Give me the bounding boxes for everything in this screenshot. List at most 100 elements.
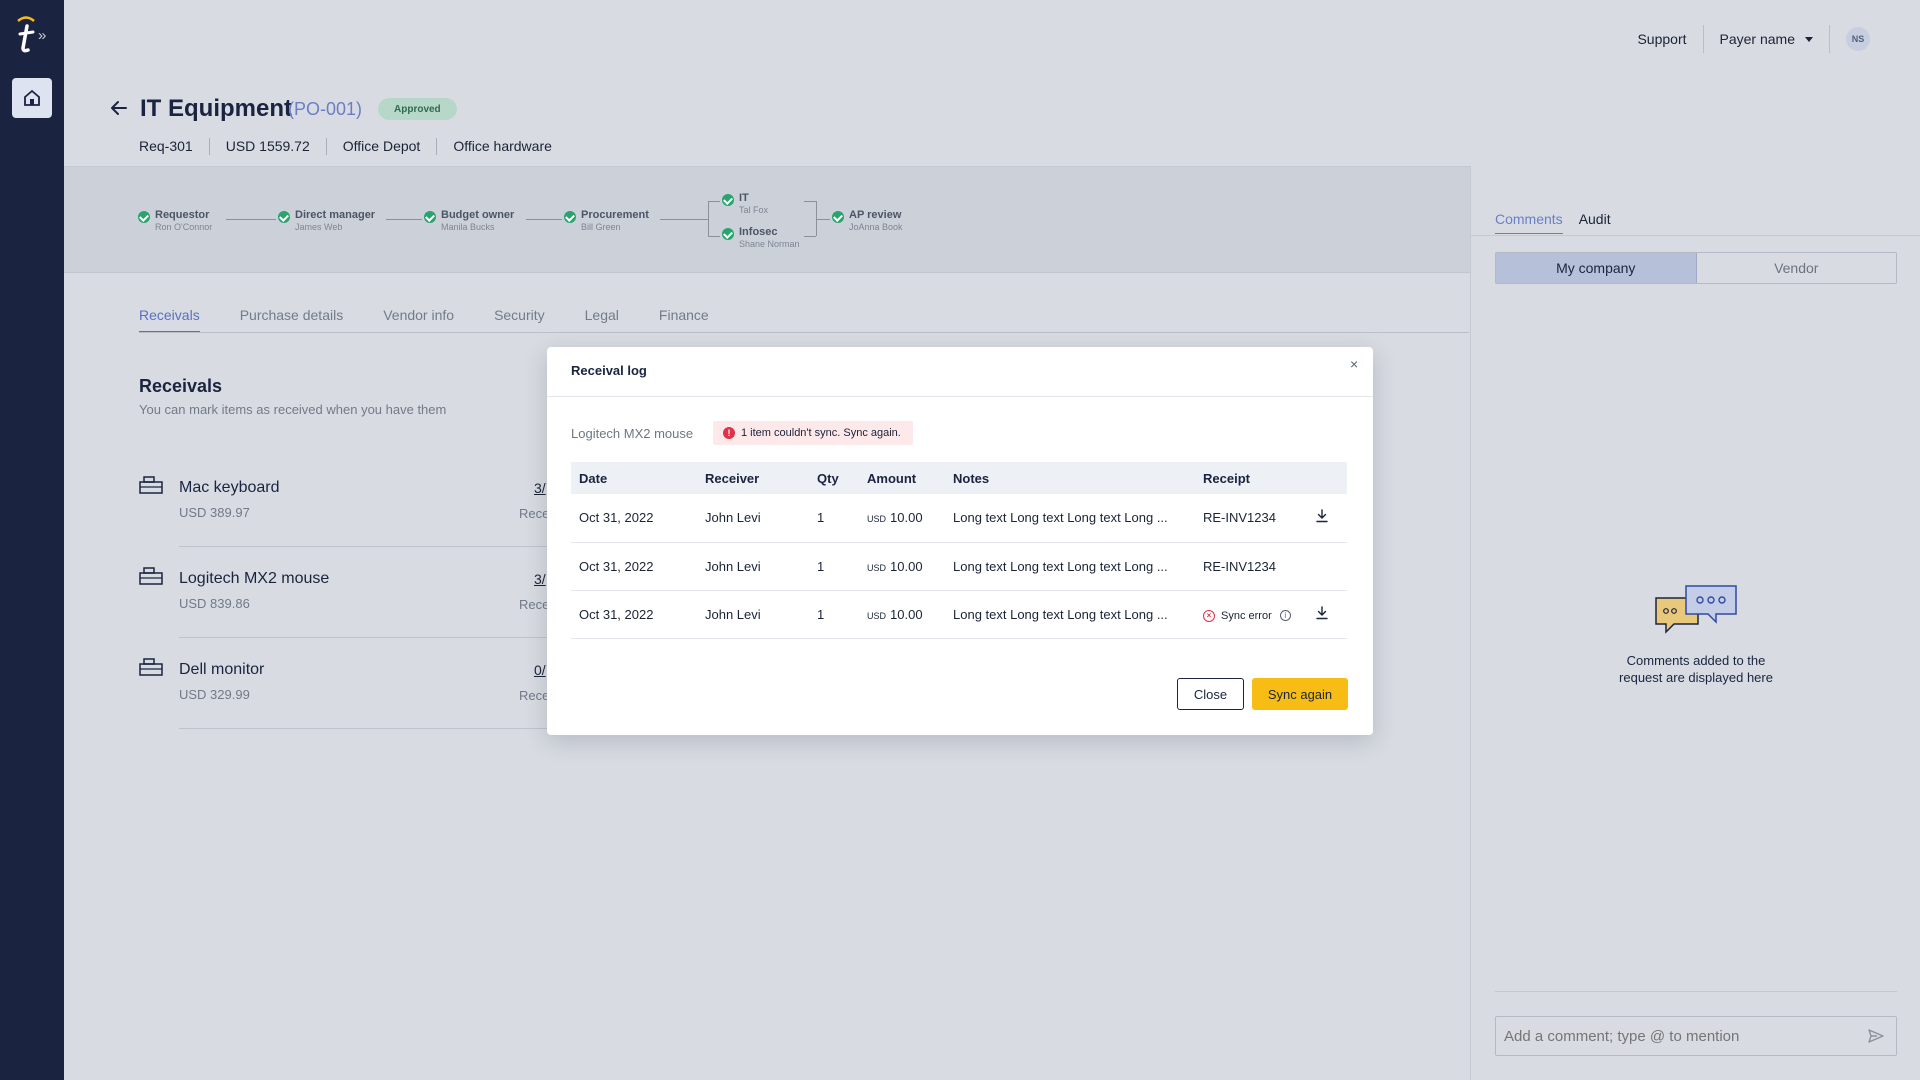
tab-receivals[interactable]: Receivals — [139, 307, 200, 332]
flow-step-requestor: Requestor Ron O'Connor — [138, 209, 212, 233]
cell-notes: Long text Long text Long text Long ... — [945, 494, 1195, 543]
receival-item[interactable]: Mac keyboard USD 389.97 3/ Rece — [139, 476, 559, 566]
caret-down-icon — [1805, 36, 1813, 42]
send-icon[interactable] — [1867, 1027, 1885, 1045]
po-number: (PO-001) — [288, 99, 363, 119]
tab-audit[interactable]: Audit — [1579, 211, 1611, 234]
check-icon — [424, 211, 436, 223]
request-vendor: Office Depot — [325, 138, 437, 155]
item-price: USD 329.99 — [179, 687, 250, 702]
comment-input[interactable] — [1495, 1016, 1897, 1056]
expand-sidebar-icon[interactable]: » — [38, 27, 46, 44]
tab-comments[interactable]: Comments — [1495, 211, 1563, 234]
info-icon[interactable]: i — [1279, 610, 1291, 622]
item-divider — [179, 728, 559, 729]
flow-connector — [226, 219, 276, 220]
step-role: Requestor — [155, 209, 210, 221]
flow-connector — [660, 219, 708, 220]
box-icon — [139, 476, 163, 494]
section-subtitle: You can mark items as received when you … — [139, 402, 447, 417]
flow-connector — [708, 201, 720, 202]
receival-item[interactable]: Logitech MX2 mouse USD 839.86 3/ Rece — [139, 567, 559, 657]
step-person: Shane Norman — [739, 239, 800, 249]
check-icon — [832, 211, 844, 223]
step-person: Bill Green — [581, 222, 621, 232]
flow-connector — [804, 236, 816, 237]
payer-dropdown[interactable]: Payer name — [1704, 24, 1829, 54]
step-role: Direct manager — [295, 209, 376, 221]
item-qty[interactable]: 0/ — [534, 662, 546, 678]
tab-legal[interactable]: Legal — [585, 307, 619, 332]
cell-qty: 1 — [809, 542, 859, 591]
cell-receiver: John Levi — [697, 494, 809, 543]
close-button[interactable]: Close — [1177, 678, 1244, 710]
segment-vendor[interactable]: Vendor — [1697, 253, 1897, 283]
avatar[interactable]: NS — [1846, 27, 1870, 51]
col-qty: Qty — [809, 462, 859, 494]
flow-step-it: IT Tal Fox — [722, 192, 768, 216]
item-price: USD 839.86 — [179, 596, 250, 611]
page-tabs: Receivals Purchase details Vendor info S… — [139, 307, 749, 332]
flow-step-direct-manager: Direct manager James Web — [278, 209, 375, 233]
cell-actions — [1307, 494, 1347, 543]
payer-name: Payer name — [1719, 31, 1795, 47]
empty-comments-text: Comments added to the request are displa… — [1561, 652, 1831, 686]
tab-security[interactable]: Security — [494, 307, 545, 332]
item-qty[interactable]: 3/ — [534, 480, 546, 496]
request-amount: USD 1559.72 — [208, 138, 326, 155]
step-person: Tal Fox — [739, 205, 769, 215]
panel-tabs-divider — [1471, 235, 1920, 236]
flow-connector — [816, 219, 830, 220]
cell-receipt: × Sync error i — [1195, 590, 1307, 639]
sync-again-button[interactable]: Sync again — [1252, 678, 1348, 710]
app-logo[interactable] — [14, 14, 38, 54]
back-arrow-icon[interactable] — [110, 99, 128, 117]
receival-item[interactable]: Dell monitor USD 329.99 0/ Rece — [139, 658, 559, 748]
error-icon: ! — [723, 427, 735, 439]
request-meta: Req-301 USD 1559.72 Office Depot Office … — [139, 138, 568, 155]
item-name: Dell monitor — [179, 661, 265, 678]
flow-connector — [708, 236, 720, 237]
home-button[interactable] — [12, 78, 52, 118]
item-name: Mac keyboard — [179, 479, 280, 496]
page-title: IT Equipment — [140, 95, 292, 122]
item-qty[interactable]: 3/ — [534, 571, 546, 587]
cell-amount: USD 10.00 — [859, 542, 945, 591]
flow-step-ap-review: AP review JoAnna Book — [832, 209, 903, 233]
flow-branch — [708, 201, 709, 236]
box-icon — [139, 567, 163, 585]
close-icon[interactable]: × — [1350, 356, 1358, 372]
receival-log-modal: Receival log × Logitech MX2 mouse ! 1 it… — [547, 347, 1373, 735]
support-link[interactable]: Support — [1621, 24, 1702, 54]
col-receiver: Receiver — [697, 462, 809, 494]
flow-step-budget-owner: Budget owner Manila Bucks — [424, 209, 514, 233]
sync-error-message: 1 item couldn't sync. Sync again. — [741, 427, 901, 439]
tab-vendor-info[interactable]: Vendor info — [383, 307, 454, 332]
check-icon — [722, 194, 734, 206]
step-person: Manila Bucks — [441, 222, 495, 232]
cell-amount: USD 10.00 — [859, 494, 945, 543]
cell-receipt[interactable]: RE-INV1234 — [1195, 542, 1307, 591]
cell-receipt[interactable]: RE-INV1234 — [1195, 494, 1307, 543]
download-icon[interactable] — [1315, 509, 1329, 523]
step-role: Budget owner — [441, 209, 515, 221]
tab-finance[interactable]: Finance — [659, 307, 709, 332]
col-amount: Amount — [859, 462, 945, 494]
step-person: Ron O'Connor — [155, 222, 213, 232]
tab-purchase-details[interactable]: Purchase details — [240, 307, 344, 332]
cell-amount: USD 10.00 — [859, 590, 945, 639]
empty-text-line: Comments added to the — [1626, 653, 1766, 668]
receival-log-table: Date Receiver Qty Amount Notes Receipt O… — [571, 462, 1347, 639]
table-header-row: Date Receiver Qty Amount Notes Receipt — [571, 462, 1347, 494]
download-icon[interactable] — [1315, 605, 1329, 620]
sync-error-banner: ! 1 item couldn't sync. Sync again. — [713, 421, 913, 445]
check-icon — [138, 211, 150, 223]
item-price: USD 389.97 — [179, 505, 250, 520]
sync-error-label: Sync error — [1221, 609, 1272, 622]
step-role: Procurement — [581, 209, 649, 221]
section-title: Receivals — [139, 376, 223, 396]
step-person: JoAnna Book — [849, 222, 903, 232]
flow-connector — [386, 219, 422, 220]
segment-my-company[interactable]: My company — [1496, 253, 1697, 283]
step-role: Infosec — [739, 226, 778, 238]
